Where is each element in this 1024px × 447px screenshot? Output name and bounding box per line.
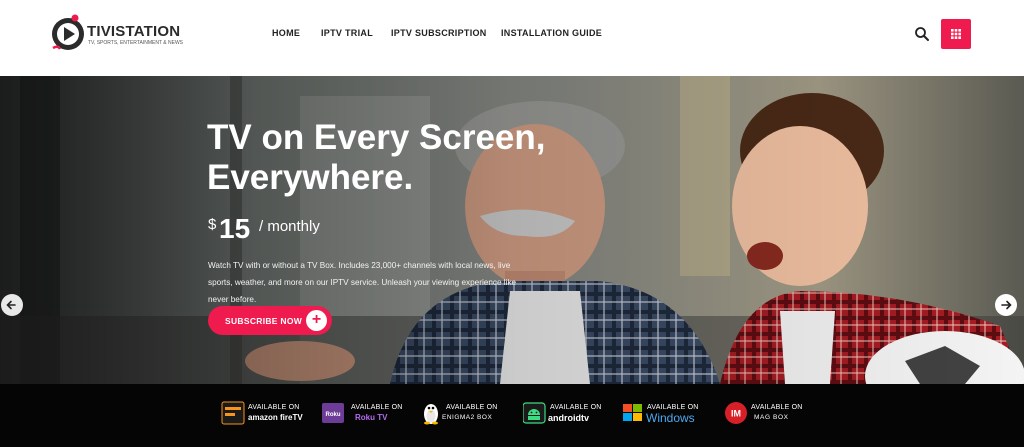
menu-grid-button[interactable] [941, 19, 971, 49]
plus-icon: + [306, 310, 327, 331]
search-icon[interactable] [914, 26, 930, 42]
hero-title-line-2-wrap: Everywhere. [207, 158, 465, 203]
logo-play-icon [52, 14, 84, 50]
arrow-right-icon [1001, 300, 1012, 310]
svg-text:Roku: Roku [326, 412, 341, 418]
hero-title-line-1: TV on Every Screen, [207, 118, 546, 157]
arrow-left-icon [6, 300, 16, 310]
platform-name: amazon fireTV [248, 413, 303, 422]
platform-name: Windows [646, 411, 695, 425]
brand-logo[interactable]: TIVISTATION TV, SPORTS, ENTERTAINMENT & … [50, 12, 190, 56]
brand-tagline: TV, SPORTS, ENTERTAINMENT & NEWS [88, 40, 184, 46]
platform-name: MAG BOX [754, 414, 789, 421]
android-icon [523, 402, 546, 424]
hero-description: Watch TV with or without a TV Box. Inclu… [208, 261, 517, 304]
amazon-firetv-icon [221, 401, 245, 425]
windows-icon [623, 404, 642, 421]
platform-available-text: AVAILABLE ON [550, 404, 602, 411]
nav-home[interactable]: HOME [272, 28, 300, 38]
price-period: / monthly [259, 218, 320, 235]
slider-next-button[interactable] [995, 294, 1017, 316]
slider-prev-button[interactable] [1, 294, 23, 316]
price-amount: 15 [219, 213, 251, 244]
brand-name: TIVISTATION [87, 23, 181, 40]
subscribe-now-button[interactable]: SUBSCRIBE NOW + [208, 306, 332, 335]
price-currency: $ [208, 216, 217, 233]
platform-name: androidtv [548, 413, 590, 423]
nav-iptv-trial[interactable]: IPTV TRIAL [321, 28, 373, 38]
platform-available-text: AVAILABLE ON [446, 404, 498, 411]
site-header: TIVISTATION TV, SPORTS, ENTERTAINMENT & … [0, 0, 1024, 76]
subscribe-label: SUBSCRIBE NOW [225, 316, 303, 326]
linux-tux-icon [424, 404, 438, 425]
hero-title: TV on Every Screen, Everywhere. [207, 118, 546, 203]
mag-icon: IM [725, 402, 747, 424]
svg-text:IM: IM [731, 409, 741, 419]
platforms-bar: AVAILABLE ON amazon fireTV Roku AVAILABL… [0, 384, 1024, 447]
platform-name: Roku TV [355, 413, 388, 422]
grid-icon [951, 29, 961, 39]
platform-available-text: AVAILABLE ON [751, 404, 803, 411]
platform-available-text: AVAILABLE ON [647, 404, 699, 411]
platform-available-text: AVAILABLE ON [248, 404, 300, 411]
roku-icon: Roku [322, 403, 344, 423]
nav-installation-guide[interactable]: INSTALLATION GUIDE [501, 28, 602, 38]
hero-title-line-2: Everywhere. [207, 158, 414, 197]
platform-available-text: AVAILABLE ON [351, 404, 403, 411]
platform-name: ENIGMA2 BOX [442, 414, 493, 421]
nav-iptv-subscription[interactable]: IPTV SUBSCRIPTION [391, 28, 487, 38]
